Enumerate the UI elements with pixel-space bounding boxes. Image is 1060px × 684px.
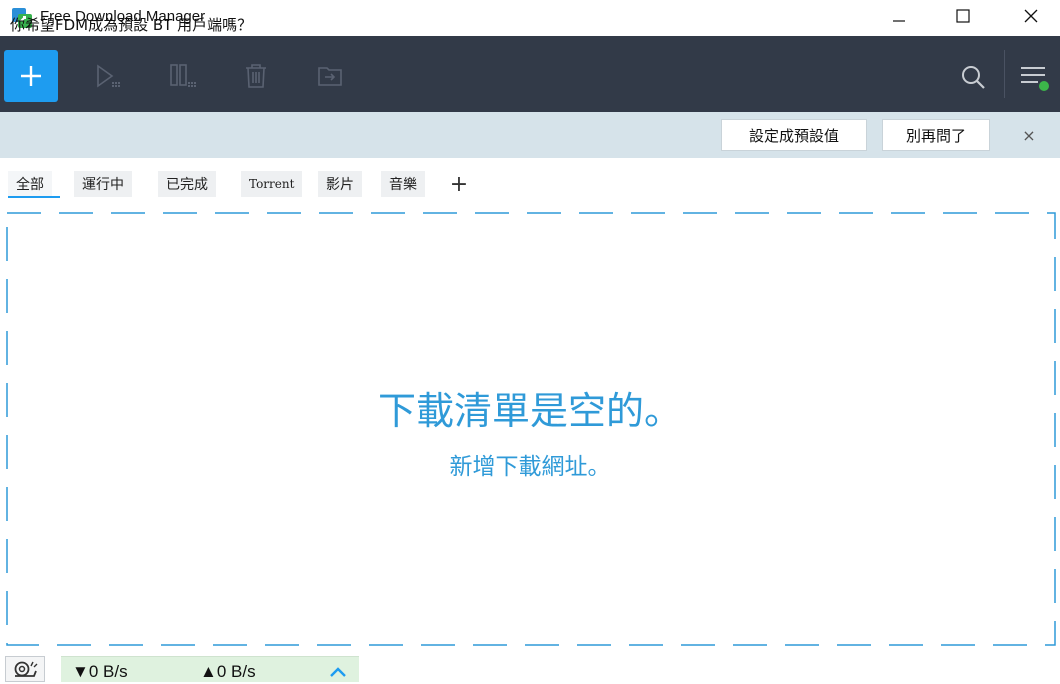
pause-icon <box>170 64 196 87</box>
menu-icon <box>1021 67 1049 91</box>
add-icon <box>21 66 41 86</box>
tab-running[interactable]: 運行中 <box>74 171 132 197</box>
add-download-button[interactable] <box>4 50 58 102</box>
minimize-button[interactable] <box>876 0 922 32</box>
move-to-folder-icon <box>318 67 342 86</box>
main-menu-button[interactable] <box>1016 60 1050 94</box>
status-dot-icon <box>1039 81 1049 91</box>
close-button[interactable] <box>1008 0 1054 32</box>
pause-button[interactable] <box>168 60 200 92</box>
snail-icon <box>14 661 38 677</box>
delete-icon <box>246 64 266 88</box>
speed-limit-toggle[interactable] <box>5 656 45 682</box>
delete-button[interactable] <box>240 60 272 92</box>
minimize-icon <box>893 20 905 22</box>
empty-list-title: 下載清單是空的。 <box>377 389 682 433</box>
dont-ask-again-button[interactable]: 別再問了 <box>882 119 990 151</box>
tab-music[interactable]: 音樂 <box>381 171 425 197</box>
tab-video[interactable]: 影片 <box>318 171 362 197</box>
active-tab-indicator <box>8 196 60 198</box>
move-to-folder-button[interactable] <box>314 60 346 92</box>
maximize-button[interactable] <box>940 0 986 32</box>
download-speed: ▼0 B/s <box>72 662 128 681</box>
tab-all[interactable]: 全部 <box>8 171 52 197</box>
set-default-button[interactable]: 設定成預設值 <box>721 119 867 151</box>
tab-torrent[interactable]: Torrent <box>241 171 303 197</box>
close-icon <box>1024 9 1038 23</box>
main-toolbar <box>0 36 1060 112</box>
prompt-close-button[interactable]: × <box>1018 124 1040 146</box>
search-button[interactable] <box>956 60 990 94</box>
add-tab-button[interactable]: + <box>446 171 472 197</box>
maximize-icon <box>956 9 970 23</box>
resume-icon <box>97 64 120 88</box>
resume-button[interactable] <box>92 60 124 92</box>
tab-completed[interactable]: 已完成 <box>158 171 216 197</box>
toolbar-separator <box>1004 50 1005 98</box>
prompt-message: 你希望FDM成為預設 BT 用戶端嗎？ <box>10 16 253 34</box>
chevron-up-icon <box>330 667 346 677</box>
upload-speed: ▲0 B/s <box>200 662 256 681</box>
search-icon <box>962 66 985 89</box>
expand-panel-button[interactable] <box>328 664 348 680</box>
add-download-url-link[interactable]: 新增下載網址。 <box>0 447 1060 481</box>
